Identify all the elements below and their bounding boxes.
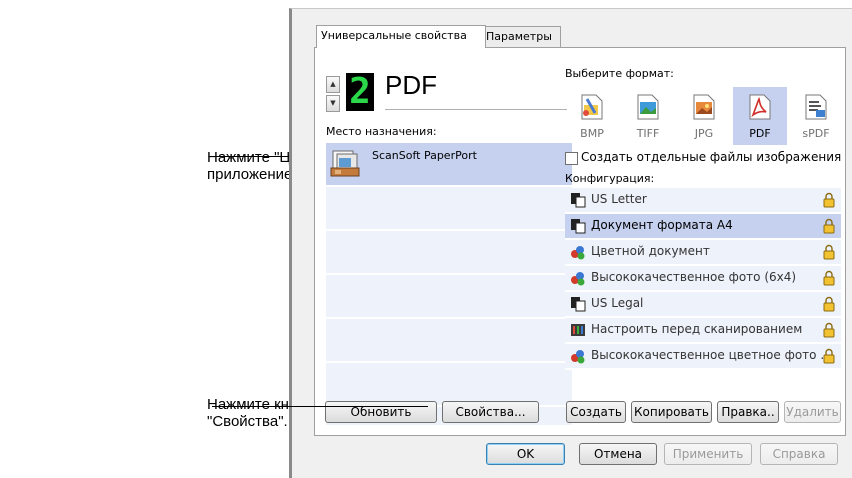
lock-icon — [823, 270, 835, 286]
config-item-us-letter[interactable]: US Letter — [565, 188, 841, 214]
bw-document-icon — [571, 219, 586, 234]
configuration-label: Конфигурация: — [565, 172, 655, 185]
button-number-spinner[interactable]: ▲ ▼ — [326, 76, 340, 112]
lock-icon — [823, 348, 835, 364]
tab-universal-properties[interactable]: Универсальные свойства — [316, 25, 486, 48]
color-document-icon — [571, 350, 585, 364]
color-document-icon — [571, 246, 585, 260]
bw-document-icon — [571, 297, 586, 312]
paperport-app-icon — [330, 150, 360, 177]
config-item-label: Высококачественное фото (6x4) — [591, 270, 797, 284]
pdf-file-icon — [749, 94, 771, 120]
destination-item-label: ScanSoft PaperPort — [372, 149, 477, 162]
config-item-label: US Letter — [591, 192, 647, 206]
color-document-icon — [571, 272, 585, 286]
lock-icon — [823, 296, 835, 312]
destination-label: Место назначения: — [326, 125, 437, 138]
delete-button[interactable]: Удалить — [784, 401, 841, 423]
format-option-tiff[interactable]: TIFF — [621, 87, 675, 145]
format-title-underline — [385, 109, 567, 110]
config-item-color-document[interactable]: Цветной документ — [565, 240, 841, 266]
config-item-label: Цветной документ — [591, 244, 710, 258]
tab-parameters[interactable]: Параметры — [481, 26, 561, 47]
format-name: PDF — [749, 127, 771, 140]
lock-icon — [823, 244, 835, 260]
config-item-label: Настроить перед сканированием — [591, 322, 803, 336]
spinner-up-icon[interactable]: ▲ — [326, 76, 340, 93]
lock-icon — [823, 218, 835, 234]
current-format-title: PDF — [385, 70, 437, 100]
destination-empty-row — [326, 319, 572, 363]
format-name: TIFF — [636, 127, 660, 140]
tiff-file-icon — [637, 94, 659, 120]
copy-button[interactable]: Копировать — [631, 401, 712, 423]
ok-button[interactable]: OK — [486, 443, 565, 465]
create-button[interactable]: Создать — [566, 401, 626, 423]
spdf-file-icon — [805, 94, 827, 120]
bw-document-icon — [571, 193, 586, 208]
help-button[interactable]: Справка — [760, 443, 838, 465]
destination-empty-row — [326, 275, 572, 319]
destination-empty-row — [326, 231, 572, 275]
configuration-list: US Letter Документ формата A4 Цветной до… — [565, 188, 841, 370]
configure-icon — [571, 324, 585, 336]
format-option-pdf[interactable]: PDF — [733, 87, 787, 145]
cancel-button[interactable]: Отмена — [579, 443, 657, 465]
config-item-a4-document[interactable]: Документ формата A4 — [565, 214, 841, 240]
config-item-hq-color-photo[interactable]: Высококачественное цветное фото ... — [565, 344, 841, 370]
format-option-bmp[interactable]: BMP — [565, 87, 619, 145]
edit-button[interactable]: Правка.. — [717, 401, 779, 423]
lock-icon — [823, 192, 835, 208]
apply-button[interactable]: Применить — [664, 443, 752, 465]
destination-list: ScanSoft PaperPort — [326, 143, 572, 427]
spinner-down-icon[interactable]: ▼ — [326, 95, 340, 112]
jpg-file-icon — [693, 94, 715, 120]
scanner-properties-dialog: Универсальные свойства Параметры ▲ ▼ 2 P… — [289, 8, 852, 478]
refresh-button[interactable]: Обновить — [325, 401, 437, 423]
button-number-display: 2 — [346, 73, 374, 111]
format-option-jpg[interactable]: JPG — [677, 87, 731, 145]
choose-format-label: Выберите формат: — [565, 67, 674, 80]
config-item-label: Документ формата A4 — [591, 218, 733, 232]
destination-item-paperport[interactable]: ScanSoft PaperPort — [326, 143, 572, 187]
tab-panel: ▲ ▼ 2 PDF Место назначения: ScanSoft Pap… — [314, 47, 846, 436]
format-option-spdf[interactable]: sPDF — [789, 87, 843, 145]
format-name: sPDF — [802, 127, 830, 140]
config-item-label: US Legal — [591, 296, 644, 310]
format-name: JPG — [694, 127, 714, 140]
checkbox-box[interactable] — [565, 152, 578, 165]
config-item-hq-photo-6x4[interactable]: Высококачественное фото (6x4) — [565, 266, 841, 292]
separate-files-label: Создать отдельные файлы изображения — [581, 150, 842, 164]
properties-button[interactable]: Свойства... — [442, 401, 539, 423]
lock-icon — [823, 322, 835, 338]
config-item-us-legal[interactable]: US Legal — [565, 292, 841, 318]
format-name: BMP — [580, 127, 604, 140]
format-selector: BMP TIFF JPG PDF sPDF — [565, 87, 845, 145]
config-item-label: Высококачественное цветное фото ... — [591, 348, 832, 362]
annotation-pointer-line — [212, 406, 428, 407]
config-item-configure-before-scan[interactable]: Настроить перед сканированием — [565, 318, 841, 344]
destination-empty-row — [326, 187, 572, 231]
bmp-file-icon — [581, 94, 603, 120]
